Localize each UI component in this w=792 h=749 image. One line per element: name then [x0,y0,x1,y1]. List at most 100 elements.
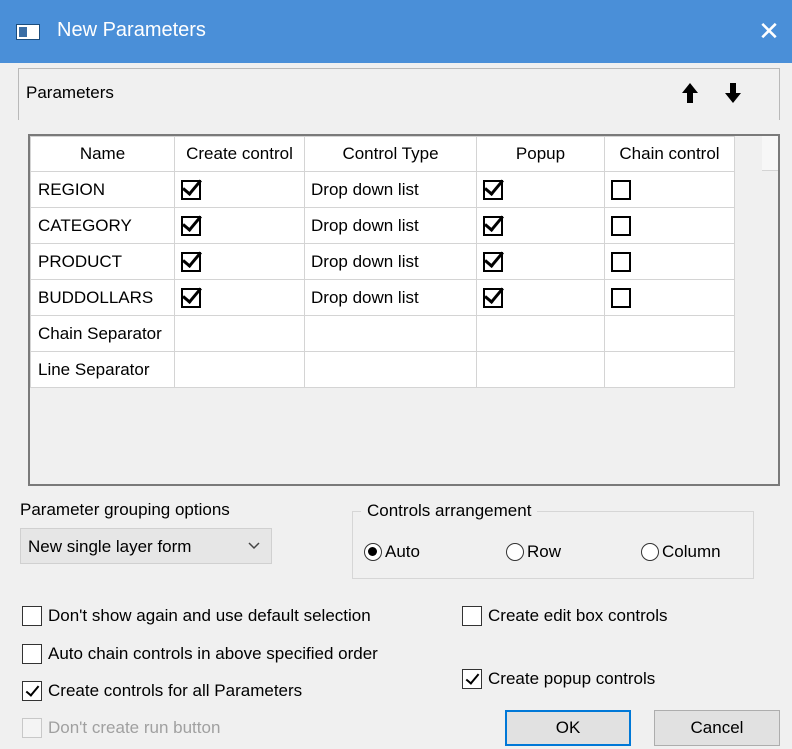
radio-label: Column [662,542,721,561]
checkbox-label: Create controls for all Parameters [48,681,303,700]
app-window-icon [16,24,40,40]
create-edit-box-checkbox[interactable]: Create edit box controls [462,606,668,626]
radio-label: Row [527,542,562,561]
cell-popup[interactable] [476,171,605,208]
checkbox-box [22,718,42,738]
grid-header-row: Name Create control Control Type Popup C… [30,136,735,172]
move-down-button[interactable] [721,79,745,107]
title-bar: New Parameters ✕ [0,0,792,63]
table-row[interactable]: Line Separator [30,351,735,388]
popup-checkbox[interactable] [483,251,503,272]
cell-chain-control[interactable] [604,171,735,208]
checkbox-box [22,606,42,626]
cell-chain-control[interactable] [604,315,735,352]
grid-header-filler [762,136,778,171]
arrow-up-icon [682,83,698,103]
column-header-name[interactable]: Name [30,136,175,172]
checkbox-box [22,644,42,664]
cell-chain-control[interactable] [604,279,735,316]
create-control-checkbox[interactable] [181,287,201,308]
table-row[interactable]: CATEGORY Drop down list [30,207,735,244]
parameters-header: Parameters [18,68,780,120]
cell-create-control[interactable] [174,279,305,316]
chain-control-checkbox[interactable] [611,287,631,308]
cell-control-type[interactable]: Drop down list [304,207,477,244]
column-header-create-control[interactable]: Create control [174,136,305,172]
column-header-popup[interactable]: Popup [476,136,605,172]
radio-auto[interactable]: Auto [364,542,420,562]
cell-name[interactable]: PRODUCT [30,243,175,280]
cell-create-control[interactable] [174,315,305,352]
grouping-options-dropdown[interactable]: New single layer form [20,528,272,564]
cell-popup[interactable] [476,243,605,280]
cell-name[interactable]: REGION [30,171,175,208]
checkbox-label: Create edit box controls [488,606,668,625]
move-up-button[interactable] [678,79,702,107]
auto-chain-checkbox[interactable]: Auto chain controls in above specified o… [22,644,378,664]
create-control-checkbox[interactable] [181,251,201,272]
window-title: New Parameters [57,19,206,41]
arrow-down-icon [725,83,741,103]
cell-control-type[interactable]: Drop down list [304,171,477,208]
parameters-grid[interactable]: Name Create control Control Type Popup C… [28,134,780,486]
create-control-checkbox[interactable] [181,179,201,200]
column-header-chain-control[interactable]: Chain control [604,136,735,172]
checkbox-label: Don't show again and use default selecti… [48,606,371,625]
create-control-checkbox[interactable] [181,215,201,236]
radio-dot [506,543,524,561]
cell-chain-control[interactable] [604,351,735,388]
popup-checkbox[interactable] [483,215,503,236]
table-row[interactable]: BUDDOLLARS Drop down list [30,279,735,316]
create-all-controls-checkbox[interactable]: Create controls for all Parameters [22,681,302,701]
cell-name[interactable]: Line Separator [30,351,175,388]
cell-popup[interactable] [476,279,605,316]
checkbox-label: Auto chain controls in above specified o… [48,644,378,663]
cell-chain-control[interactable] [604,243,735,280]
chain-control-checkbox[interactable] [611,179,631,200]
grouping-selected-value: New single layer form [28,537,192,556]
cancel-button[interactable]: Cancel [654,710,780,746]
radio-row[interactable]: Row [506,542,561,562]
table-row[interactable]: Chain Separator [30,315,735,352]
popup-checkbox[interactable] [483,179,503,200]
cell-create-control[interactable] [174,207,305,244]
chevron-down-icon [247,538,261,555]
radio-label: Auto [385,542,420,561]
cell-create-control[interactable] [174,243,305,280]
cell-control-type[interactable] [304,315,477,352]
cell-name[interactable]: BUDDOLLARS [30,279,175,316]
controls-arrangement-group: Controls arrangement Auto Row Column [352,501,754,579]
cell-chain-control[interactable] [604,207,735,244]
ok-button[interactable]: OK [505,710,631,746]
parameters-label: Parameters [26,83,114,102]
cell-name[interactable]: CATEGORY [30,207,175,244]
cell-control-type[interactable]: Drop down list [304,243,477,280]
cell-create-control[interactable] [174,351,305,388]
checkbox-label: Don't create run button [48,718,221,737]
chain-control-checkbox[interactable] [611,215,631,236]
column-header-control-type[interactable]: Control Type [304,136,477,172]
chain-control-checkbox[interactable] [611,251,631,272]
cell-control-type[interactable]: Drop down list [304,279,477,316]
checkbox-label: Create popup controls [488,669,656,688]
radio-dot [641,543,659,561]
parameters-table: Name Create control Control Type Popup C… [30,136,735,388]
table-row[interactable]: REGION Drop down list [30,171,735,208]
checkbox-box [462,669,482,689]
cell-popup[interactable] [476,315,605,352]
radio-column[interactable]: Column [641,542,721,562]
popup-checkbox[interactable] [483,287,503,308]
radio-dot [364,543,382,561]
cell-name[interactable]: Chain Separator [30,315,175,352]
checkbox-box [462,606,482,626]
close-button[interactable]: ✕ [746,0,792,63]
create-popup-controls-checkbox[interactable]: Create popup controls [462,669,655,689]
table-row[interactable]: PRODUCT Drop down list [30,243,735,280]
grouping-options-label: Parameter grouping options [20,500,230,519]
dont-show-again-checkbox[interactable]: Don't show again and use default selecti… [22,606,371,626]
cell-popup[interactable] [476,207,605,244]
dont-create-run-button-checkbox: Don't create run button [22,718,220,738]
cell-control-type[interactable] [304,351,477,388]
cell-create-control[interactable] [174,171,305,208]
cell-popup[interactable] [476,351,605,388]
